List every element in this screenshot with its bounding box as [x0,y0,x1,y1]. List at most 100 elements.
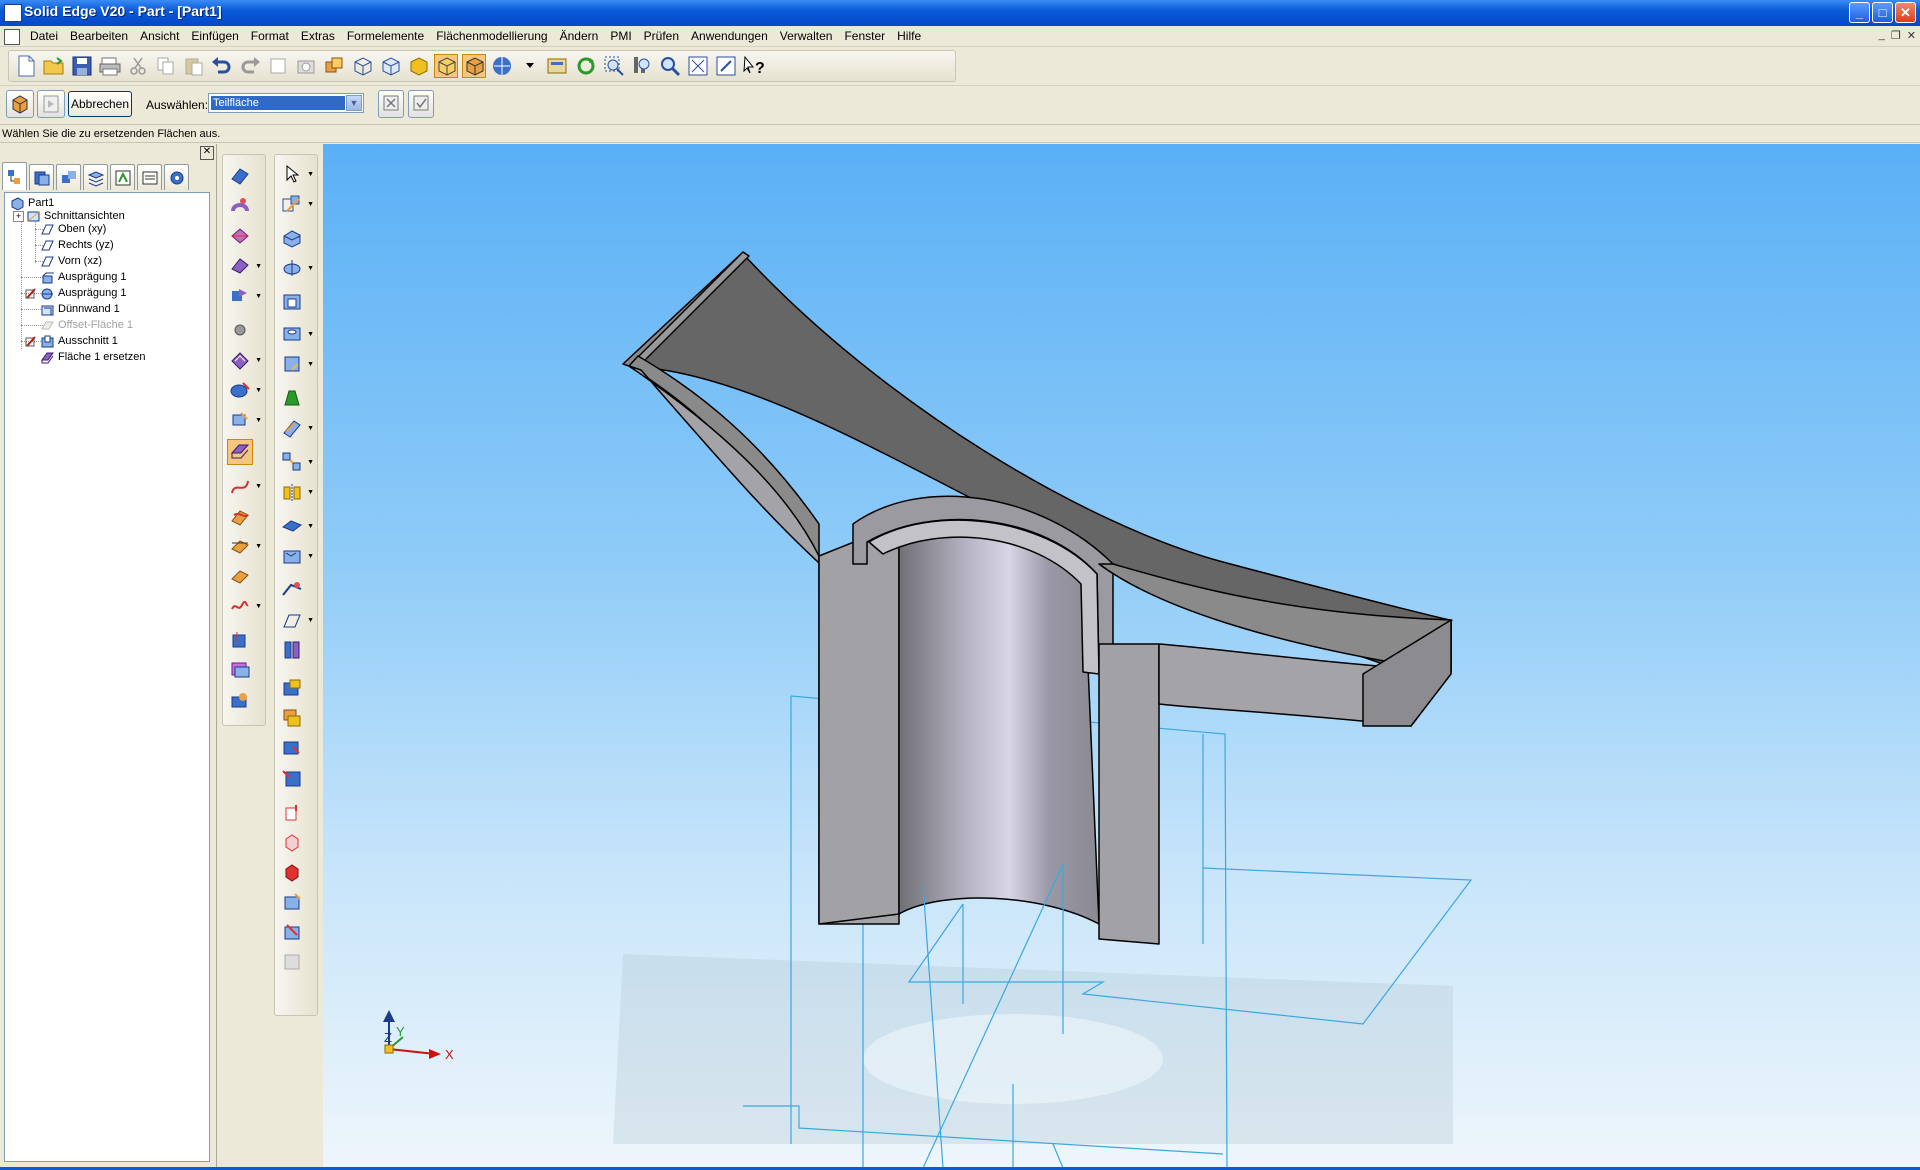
hole-icon[interactable]: ▼ [279,321,314,347]
menu-format[interactable]: Format [245,28,295,44]
model-view[interactable]: Z Y X [323,144,1920,1168]
display-config-icon[interactable] [546,54,570,78]
cancel-button[interactable]: Abbrechen [68,91,132,117]
mdi-restore-button[interactable]: ❐ [1891,29,1901,42]
menu-anwendungen[interactable]: Anwendungen [685,28,774,44]
menu-verwalten[interactable]: Verwalten [774,28,839,44]
wireframe-cube-icon[interactable] [350,54,374,78]
mdi-close-button[interactable]: ✕ [1907,29,1916,42]
subtract-icon[interactable] [279,735,305,761]
pattern-icon[interactable]: ▼ [279,449,314,475]
rotate-view-icon[interactable] [574,54,598,78]
mdi-minimize-button[interactable]: _ [1879,29,1885,42]
union-icon[interactable] [279,705,305,731]
help-icon[interactable]: ? [742,54,766,78]
menu-ansicht[interactable]: Ansicht [134,28,185,44]
tab-feature-pathfinder[interactable] [2,162,27,190]
tree-item-protrusion-1[interactable]: Ausprägung 1 [41,269,127,285]
thicken-icon[interactable] [227,657,253,683]
intersect-icon[interactable] [279,765,305,791]
tree-item-plane-top[interactable]: Oben (xy) [41,221,106,237]
zoom-icon[interactable] [630,54,654,78]
swept-surface-icon[interactable] [227,223,253,249]
tree-item-plane-right[interactable]: Rechts (yz) [41,237,114,253]
parallel-plane-icon[interactable] [279,637,305,663]
draft-icon[interactable] [279,385,305,411]
panel-close-button[interactable]: ✕ [200,146,214,160]
intersection-curve-icon[interactable] [227,503,253,529]
sheet-metal-icon[interactable] [322,54,346,78]
tab-family-of-parts[interactable] [56,164,81,190]
replace-step-button[interactable] [37,90,65,118]
open-folder-icon[interactable] [42,54,66,78]
delete-holes-icon[interactable] [279,919,305,945]
menu-formelemente[interactable]: Formelemente [341,28,430,44]
copy-format-icon[interactable] [266,54,290,78]
zoom-area-icon[interactable] [602,54,626,78]
split-curve-icon[interactable] [227,563,253,589]
revolved-surface-icon[interactable] [227,193,253,219]
tab-feature-library[interactable] [29,164,54,190]
solid-part[interactable] [622,251,1453,945]
shaded-visible-edges-icon[interactable] [462,54,486,78]
menu-bearbeiten[interactable]: Bearbeiten [64,28,134,44]
undo-icon[interactable] [210,54,234,78]
cut-icon[interactable] [126,54,150,78]
document-icon[interactable] [4,29,20,45]
bounded-surface-icon[interactable] [227,317,253,343]
view-dropdown-icon[interactable] [518,54,542,78]
new-file-icon[interactable] [14,54,38,78]
hidden-edges-cube-icon[interactable] [378,54,402,78]
move-face-icon[interactable] [279,799,305,825]
tree-item-protrusion-2[interactable]: Ausprägung 1 [25,285,127,301]
fit-view-icon[interactable] [686,54,710,78]
menu-hilfe[interactable]: Hilfe [891,28,927,44]
menu-datei[interactable]: Datei [24,28,64,44]
round-icon[interactable]: ▼ [279,351,314,377]
disabled-feature-icon[interactable] [279,949,305,975]
expand-icon[interactable]: + [13,210,24,222]
select-tool-icon[interactable]: ▼ [279,161,314,187]
menu-pmi[interactable]: PMI [604,28,637,44]
close-button[interactable]: ✕ [1895,2,1916,23]
tree-item-cutout[interactable]: Ausschnitt 1 [25,333,118,349]
select-type-dropdown[interactable]: Teilfläche ▼ [208,93,364,113]
shaded-edges-cube-icon[interactable] [434,54,458,78]
print-icon[interactable] [98,54,122,78]
minimize-button[interactable]: _ [1849,2,1870,23]
tab-reports[interactable] [137,164,162,190]
thin-wall-icon[interactable]: ▼ [279,415,314,441]
tree-item-offset-surface[interactable]: Offset-Fläche 1 [41,317,133,333]
tree-item-plane-front[interactable]: Vorn (xz) [41,253,102,269]
save-icon[interactable] [70,54,94,78]
extruded-surface-icon[interactable] [227,163,253,189]
rotate-face-icon[interactable] [279,829,305,855]
curve-icon[interactable]: ▼ [227,473,262,499]
render-sphere-icon[interactable] [490,54,514,78]
rib-icon[interactable]: ▼ [279,513,314,539]
reference-planes-icon[interactable] [279,577,305,603]
projected-curve-icon[interactable]: ▼ [227,533,262,559]
revolved-protrusion-icon[interactable]: ▼ [279,255,314,281]
redo-icon[interactable] [238,54,262,78]
parting-split-icon[interactable] [227,687,253,713]
add-body-icon[interactable] [279,675,305,701]
bluesurf-icon[interactable]: ▼ [227,283,262,309]
offset-face-icon[interactable] [279,859,305,885]
delete-faces-icon[interactable] [279,889,305,915]
keypoint-curve-icon[interactable]: ▼ [227,593,262,619]
paste-icon[interactable] [182,54,206,78]
chevron-down-icon[interactable]: ▼ [346,95,362,111]
sketch-icon[interactable]: ▼ [279,191,314,217]
surface-trim-icon[interactable]: ▼ [227,377,262,403]
tree-item-thinwall[interactable]: Dünnwand 1 [41,301,120,317]
menu-pruefen[interactable]: Prüfen [638,28,685,44]
replace-face-icon[interactable] [227,439,253,465]
offset-surface-icon[interactable]: ▼ [227,347,262,373]
accept-button[interactable] [408,90,434,118]
lofted-surface-icon[interactable]: ▼ [227,253,262,279]
shaded-cube-icon[interactable] [406,54,430,78]
tree-item-replace-face[interactable]: Fläche 1 ersetzen [41,349,145,365]
protrusion-icon[interactable] [279,225,305,251]
lip-icon[interactable]: ▼ [279,543,314,569]
